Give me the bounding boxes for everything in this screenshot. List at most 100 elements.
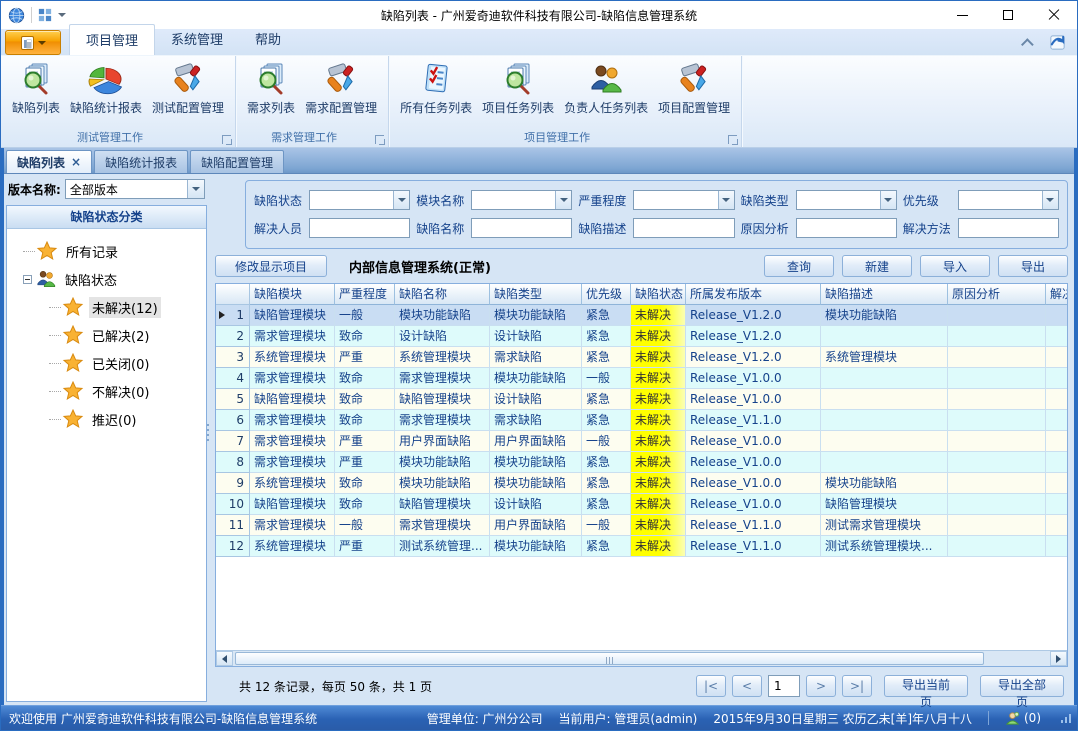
export-current-page-button[interactable]: 导出当前页: [884, 675, 968, 697]
dialog-launcher-icon[interactable]: [222, 135, 231, 144]
column-header-缺陷描述[interactable]: 缺陷描述: [821, 284, 948, 305]
application-menu-button[interactable]: [5, 30, 61, 55]
combo-dropdown-button[interactable]: [718, 191, 734, 209]
doc-tab-缺陷列表[interactable]: 缺陷列表×: [6, 150, 92, 173]
ribbon-button-需求列表[interactable]: 需求列表: [242, 60, 300, 118]
filter-select-严重程度[interactable]: [633, 190, 734, 210]
filter-text-input[interactable]: [959, 219, 1058, 237]
ribbon-tab-项目管理[interactable]: 项目管理: [69, 24, 155, 55]
combo-dropdown-button[interactable]: [393, 191, 409, 209]
column-header-解决方法[interactable]: 解决方法: [1046, 284, 1067, 305]
tree-item-推迟(0)[interactable]: 推迟(0): [9, 405, 204, 433]
ribbon-tab-帮助[interactable]: 帮助: [239, 24, 297, 55]
filter-text-input[interactable]: [310, 219, 409, 237]
maximize-button[interactable]: [985, 1, 1031, 29]
combo-dropdown-button[interactable]: [555, 191, 571, 209]
modify-display-items-button[interactable]: 修改显示项目: [215, 255, 327, 277]
action-button-导入[interactable]: 导入: [920, 255, 990, 277]
first-page-button[interactable]: |<: [696, 675, 726, 697]
table-row[interactable]: 11需求管理模块一般需求管理模块用户界面缺陷一般未解决Release_V1.1.…: [216, 515, 1067, 536]
close-button[interactable]: [1031, 1, 1077, 29]
message-badge[interactable]: (0): [1005, 711, 1041, 726]
doc-tab-缺陷统计报表[interactable]: 缺陷统计报表: [94, 150, 188, 173]
scroll-left-button[interactable]: [216, 651, 233, 666]
table-row[interactable]: 10缺陷管理模块致命缺陷管理模块设计缺陷紧急未解决Release_V1.0.0缺…: [216, 494, 1067, 515]
table-row[interactable]: 3系统管理模块严重系统管理模块需求缺陷紧急未解决Release_V1.2.0系统…: [216, 347, 1067, 368]
column-header-严重程度[interactable]: 严重程度: [335, 284, 395, 305]
row-header-cell: [216, 284, 250, 305]
version-combobox[interactable]: 全部版本: [65, 179, 205, 199]
filter-text-input[interactable]: [472, 219, 571, 237]
splitter-grip[interactable]: [205, 419, 210, 445]
filter-input-缺陷名称[interactable]: [471, 218, 572, 238]
combo-dropdown-button[interactable]: [880, 191, 896, 209]
filter-select-缺陷类型[interactable]: [796, 190, 897, 210]
collapse-box-icon[interactable]: [23, 275, 32, 284]
action-button-导出[interactable]: 导出: [998, 255, 1068, 277]
table-row[interactable]: 5缺陷管理模块致命缺陷管理模块设计缺陷紧急未解决Release_V1.0.0: [216, 389, 1067, 410]
column-header-缺陷类型[interactable]: 缺陷类型: [490, 284, 582, 305]
ribbon-button-测试配置管理[interactable]: 测试配置管理: [147, 60, 229, 118]
grid-cell: 模块功能缺陷: [490, 473, 582, 494]
tree-item-未解决(12)[interactable]: 未解决(12): [9, 293, 204, 321]
ribbon-button-缺陷统计报表[interactable]: 缺陷统计报表: [65, 60, 147, 118]
scrollbar-thumb[interactable]: [235, 652, 984, 665]
filter-input-缺陷描述[interactable]: [633, 218, 734, 238]
column-header-缺陷状态[interactable]: 缺陷状态: [631, 284, 686, 305]
table-row[interactable]: 2需求管理模块致命设计缺陷设计缺陷紧急未解决Release_V1.2.0: [216, 326, 1067, 347]
dialog-launcher-icon[interactable]: [375, 135, 384, 144]
table-row[interactable]: 7需求管理模块严重用户界面缺陷用户界面缺陷一般未解决Release_V1.0.0: [216, 431, 1067, 452]
table-row[interactable]: 9系统管理模块致命模块功能缺陷模块功能缺陷紧急未解决Release_V1.0.0…: [216, 473, 1067, 494]
table-row[interactable]: 4需求管理模块致命需求管理模块模块功能缺陷一般未解决Release_V1.0.0: [216, 368, 1067, 389]
column-header-优先级[interactable]: 优先级: [582, 284, 631, 305]
filter-select-优先级[interactable]: [958, 190, 1059, 210]
column-header-原因分析[interactable]: 原因分析: [948, 284, 1046, 305]
filter-select-缺陷状态[interactable]: [309, 190, 410, 210]
tree-item-缺陷状态[interactable]: 缺陷状态: [9, 265, 204, 293]
dialog-launcher-icon[interactable]: [728, 135, 737, 144]
table-row[interactable]: 6需求管理模块致命需求管理模块需求缺陷紧急未解决Release_V1.1.0: [216, 410, 1067, 431]
tree-item-已解决(2)[interactable]: 已解决(2): [9, 321, 204, 349]
column-header-所属发布版本[interactable]: 所属发布版本: [686, 284, 821, 305]
filter-text-input[interactable]: [634, 219, 733, 237]
filter-select-模块名称[interactable]: [471, 190, 572, 210]
action-button-新建[interactable]: 新建: [842, 255, 912, 277]
ribbon-button-项目任务列表[interactable]: 项目任务列表: [477, 60, 559, 118]
action-button-查询[interactable]: 查询: [764, 255, 834, 277]
ribbon-button-所有任务列表[interactable]: 所有任务列表: [395, 60, 477, 118]
combo-dropdown-button[interactable]: [187, 180, 204, 198]
minimize-button[interactable]: [939, 1, 985, 29]
doc-tab-缺陷配置管理[interactable]: 缺陷配置管理: [190, 150, 284, 173]
last-page-button[interactable]: >|: [842, 675, 872, 697]
dropdown-caret-icon[interactable]: [58, 13, 66, 17]
combo-dropdown-button[interactable]: [1042, 191, 1058, 209]
column-header-缺陷名称[interactable]: 缺陷名称: [395, 284, 490, 305]
table-row[interactable]: 12系统管理模块严重测试系统管理...模块功能缺陷紧急未解决Release_V1…: [216, 536, 1067, 557]
ribbon-tab-系统管理[interactable]: 系统管理: [155, 24, 239, 55]
scroll-right-button[interactable]: [1050, 651, 1067, 666]
page-number-input[interactable]: [768, 675, 800, 697]
help-icon[interactable]: [1048, 33, 1067, 52]
export-all-pages-button[interactable]: 导出全部页: [980, 675, 1064, 697]
horizontal-scrollbar[interactable]: [216, 650, 1067, 666]
filter-text-input[interactable]: [797, 219, 896, 237]
table-row[interactable]: 1缺陷管理模块一般模块功能缺陷模块功能缺陷紧急未解决Release_V1.2.0…: [216, 305, 1067, 326]
tree-item-已关闭(0)[interactable]: 已关闭(0): [9, 349, 204, 377]
column-header-缺陷模块[interactable]: 缺陷模块: [250, 284, 335, 305]
grid-cell: Release_V1.0.0: [686, 452, 821, 473]
prev-page-button[interactable]: <: [732, 675, 762, 697]
ribbon-button-负责人任务列表[interactable]: 负责人任务列表: [559, 60, 653, 118]
ribbon-button-缺陷列表[interactable]: 缺陷列表: [7, 60, 65, 118]
layout-grid-icon[interactable]: [38, 8, 52, 22]
table-row[interactable]: 8需求管理模块严重模块功能缺陷模块功能缺陷紧急未解决Release_V1.0.0: [216, 452, 1067, 473]
tree-item-所有记录[interactable]: 所有记录: [9, 237, 204, 265]
ribbon-button-项目配置管理[interactable]: 项目配置管理: [653, 60, 735, 118]
ribbon-button-需求配置管理[interactable]: 需求配置管理: [300, 60, 382, 118]
close-icon[interactable]: ×: [71, 155, 81, 169]
filter-input-解决方法[interactable]: [958, 218, 1059, 238]
tree-item-不解决(0)[interactable]: 不解决(0): [9, 377, 204, 405]
filter-input-解决人员[interactable]: [309, 218, 410, 238]
filter-input-原因分析[interactable]: [796, 218, 897, 238]
grid-cell: [1046, 515, 1067, 536]
next-page-button[interactable]: >: [806, 675, 836, 697]
